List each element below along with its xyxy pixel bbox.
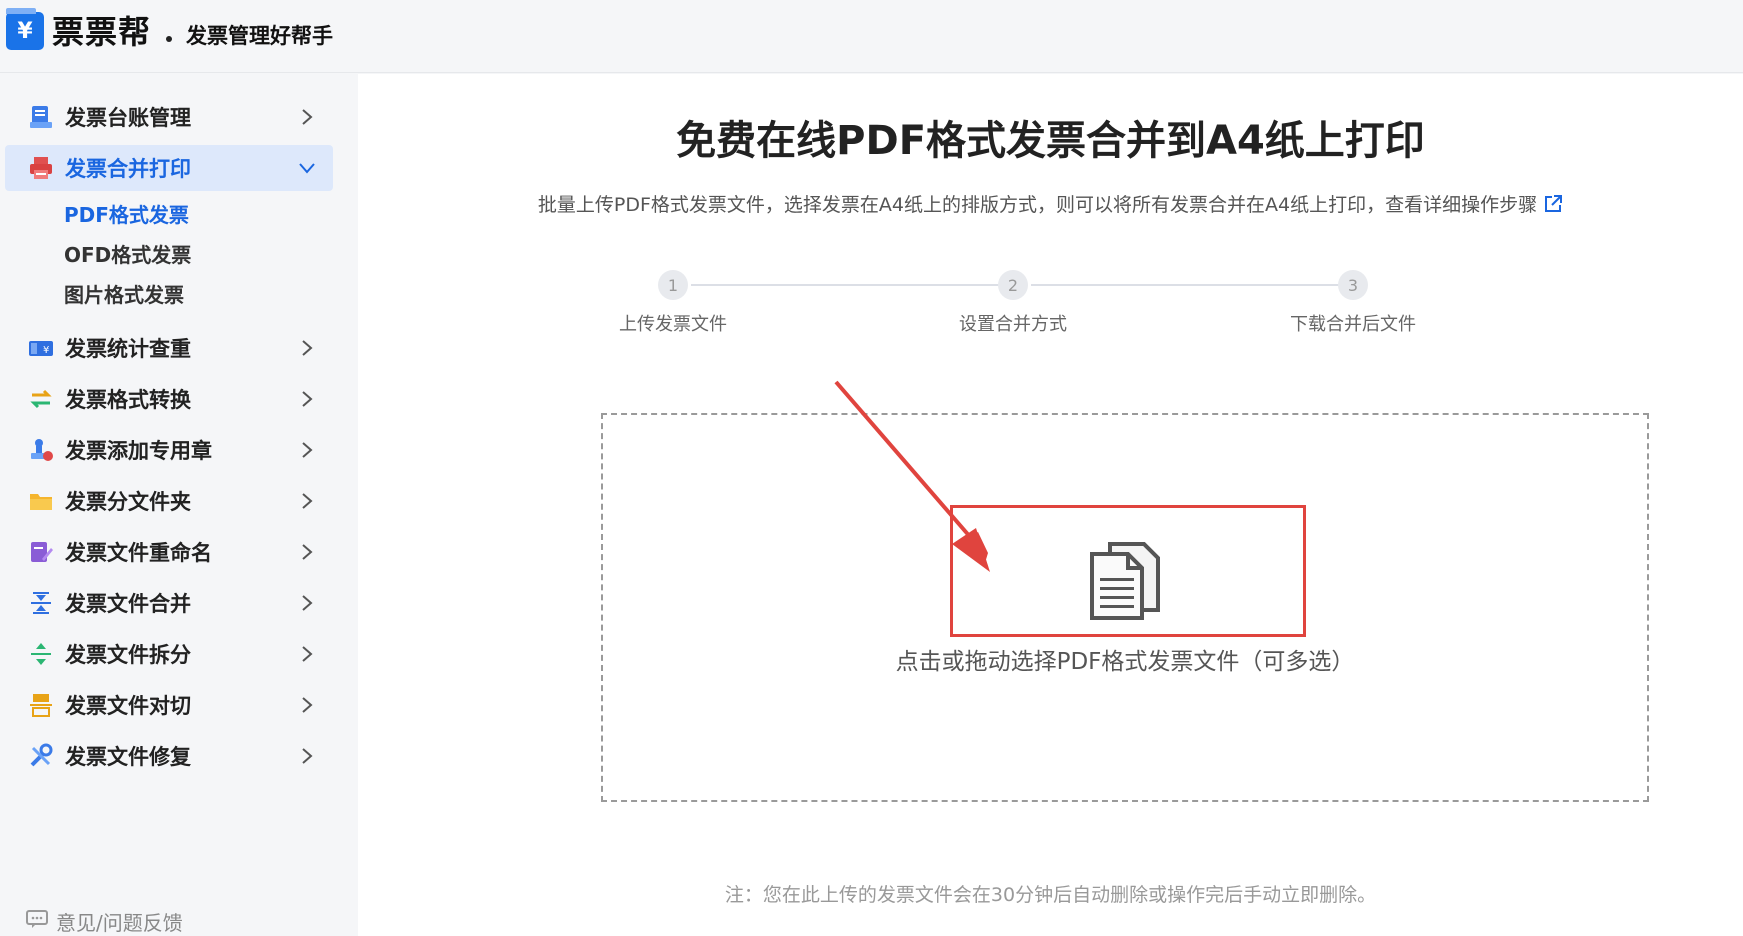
logo-icon[interactable]: ¥	[6, 8, 44, 50]
separator-dot	[166, 36, 172, 42]
chevron-right-icon	[295, 591, 319, 615]
sidebar-item-label: 发票文件重命名	[65, 541, 212, 565]
invoice-stats-icon: ¥	[27, 334, 55, 362]
upload-instruction[interactable]: 点击或拖动选择PDF格式发票文件（可多选）	[601, 642, 1649, 676]
step-2-label: 设置合并方式	[959, 314, 1067, 335]
external-link-icon[interactable]	[1543, 194, 1563, 219]
sidebar-item-label: 发票格式转换	[65, 388, 191, 412]
sidebar-item-label: 发票文件修复	[65, 745, 191, 769]
split-icon	[27, 640, 55, 668]
sidebar-item-file-split[interactable]: 发票文件拆分	[5, 631, 333, 677]
stamp-icon	[27, 436, 55, 464]
main-content: 免费在线PDF格式发票合并到A4纸上打印 批量上传PDF格式发票文件，选择发票在…	[358, 74, 1743, 936]
chevron-right-icon	[295, 387, 319, 411]
cut-icon	[27, 691, 55, 719]
chevron-right-icon	[295, 105, 319, 129]
app-header: ¥ 票票帮 发票管理好帮手	[0, 0, 1743, 73]
brand-name[interactable]: 票票帮	[52, 12, 151, 52]
feedback-icon	[26, 909, 56, 934]
step-2-number: 2	[998, 270, 1028, 300]
svg-text:¥: ¥	[43, 345, 49, 356]
chevron-right-icon	[295, 438, 319, 462]
feedback-label: 意见/问题反馈	[56, 910, 183, 935]
sidebar-item-label: 发票添加专用章	[65, 439, 212, 463]
sidebar-item-stats[interactable]: ¥ 发票统计查重	[5, 325, 333, 371]
description-text: 批量上传PDF格式发票文件，选择发票在A4纸上的排版方式，则可以将所有发票合并在…	[537, 194, 1538, 216]
folder-icon	[27, 487, 55, 515]
step-1-label: 上传发票文件	[619, 314, 727, 335]
page-title: 免费在线PDF格式发票合并到A4纸上打印	[676, 118, 1425, 164]
sidebar-item-ledger[interactable]: 发票台账管理	[5, 94, 333, 140]
sub-item-pdf-invoice[interactable]: PDF格式发票	[64, 200, 189, 230]
printer-icon	[27, 154, 55, 182]
ledger-icon	[27, 103, 55, 131]
merge-icon	[27, 589, 55, 617]
sidebar: 发票台账管理 发票合并打印 PDF格式发票 OFD格式发票 图片格式发票 ¥ 发…	[0, 74, 356, 936]
sidebar-item-label: 发票合并打印	[65, 157, 191, 181]
rename-pen-icon	[27, 538, 55, 566]
step-connector	[1031, 284, 1339, 286]
step-3-number: 3	[1338, 270, 1368, 300]
chevron-right-icon	[295, 744, 319, 768]
convert-arrows-icon	[27, 385, 55, 413]
sidebar-item-convert[interactable]: 发票格式转换	[5, 376, 333, 422]
sidebar-item-label: 发票文件合并	[65, 592, 191, 616]
step-3-label: 下载合并后文件	[1290, 314, 1416, 335]
logo-symbol: ¥	[17, 18, 33, 44]
sidebar-item-file-cut[interactable]: 发票文件对切	[5, 682, 333, 728]
feedback-link[interactable]: 意见/问题反馈	[26, 906, 183, 936]
step-1-number: 1	[658, 270, 688, 300]
sidebar-item-folder[interactable]: 发票分文件夹	[5, 478, 333, 524]
document-icon[interactable]	[1088, 540, 1164, 622]
repair-tools-icon	[27, 742, 55, 770]
sub-item-image-invoice[interactable]: 图片格式发票	[64, 280, 184, 310]
sidebar-item-file-repair[interactable]: 发票文件修复	[5, 733, 333, 779]
footer-note: 注：您在此上传的发票文件会在30分钟后自动删除或操作完后手动立即删除。	[724, 884, 1377, 906]
chevron-right-icon	[295, 693, 319, 717]
sidebar-item-label: 发票分文件夹	[65, 490, 191, 514]
sub-item-ofd-invoice[interactable]: OFD格式发票	[64, 240, 191, 270]
chevron-right-icon	[295, 642, 319, 666]
chevron-down-icon	[295, 156, 319, 180]
sidebar-item-label: 发票文件拆分	[65, 643, 191, 667]
brand-slogan: 发票管理好帮手	[186, 24, 333, 48]
sidebar-item-label: 发票文件对切	[65, 694, 191, 718]
sidebar-item-label: 发票台账管理	[65, 106, 191, 130]
sidebar-item-merge-print[interactable]: 发票合并打印	[5, 145, 333, 191]
page-description: 批量上传PDF格式发票文件，选择发票在A4纸上的排版方式，则可以将所有发票合并在…	[358, 190, 1743, 219]
sidebar-item-rename[interactable]: 发票文件重命名	[5, 529, 333, 575]
sidebar-item-stamp[interactable]: 发票添加专用章	[5, 427, 333, 473]
step-connector	[691, 284, 999, 286]
sidebar-item-label: 发票统计查重	[65, 337, 191, 361]
chevron-right-icon	[295, 540, 319, 564]
chevron-right-icon	[295, 336, 319, 360]
chevron-right-icon	[295, 489, 319, 513]
sidebar-item-file-merge[interactable]: 发票文件合并	[5, 580, 333, 626]
